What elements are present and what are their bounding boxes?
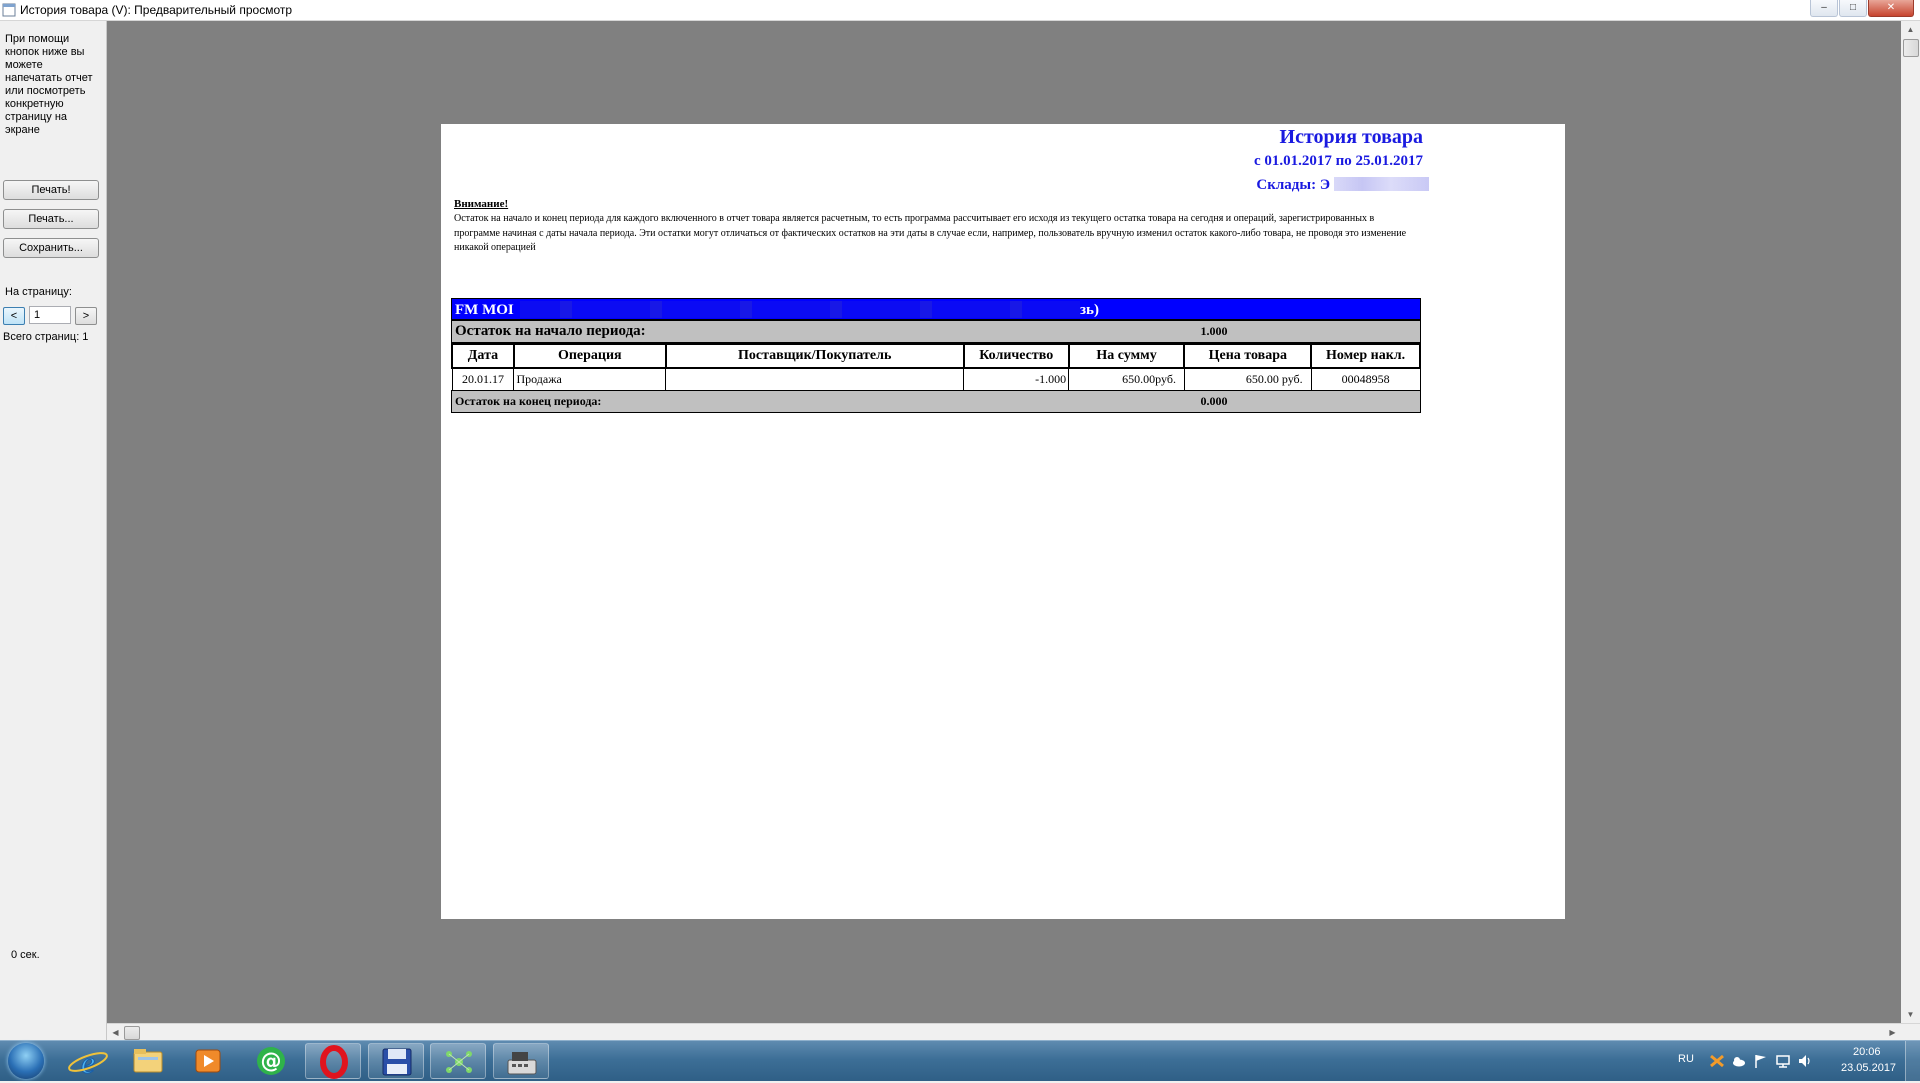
stores-value: Э <box>1319 177 1330 193</box>
media-player-icon[interactable] <box>180 1043 236 1079</box>
maximize-button[interactable]: □ <box>1839 0 1867 17</box>
cell-party <box>665 367 965 391</box>
clock-time[interactable]: 20:06 <box>1853 1046 1881 1058</box>
help-text: При помощи кнопок ниже вы можете напечат… <box>5 33 93 136</box>
window-titlebar[interactable]: История товара (V): Предварительный прос… <box>0 0 1920 21</box>
warning-title: Внимание! <box>454 198 509 210</box>
column-header-party: Поставщик/Покупатель <box>664 343 965 369</box>
warning-text: Остаток на начало и конец периода для ка… <box>454 213 1407 253</box>
scroll-up-icon[interactable]: ▲ <box>1901 21 1920 38</box>
action-center-flag-icon[interactable] <box>1753 1053 1769 1069</box>
closing-balance-value: 0.000 <box>1200 394 1228 408</box>
scroll-left-icon[interactable]: ◀ <box>107 1024 124 1041</box>
table-header-row: Дата Операция Поставщик/Покупатель Колич… <box>451 343 1421 369</box>
opera-icon[interactable] <box>305 1043 361 1079</box>
show-desktop-button[interactable] <box>1905 1041 1920 1081</box>
elapsed-time-label: 0 сек. <box>11 949 40 961</box>
network-icon[interactable] <box>1775 1053 1791 1069</box>
scroll-right-icon[interactable]: ▶ <box>1884 1024 1901 1041</box>
product-header: FM MOI зь) <box>451 298 1421 320</box>
cell-invoice: 00048958 <box>1310 367 1421 391</box>
minimize-button[interactable]: – <box>1810 0 1838 17</box>
cell-date: 20.01.17 <box>451 367 515 391</box>
opening-balance-value: 1.000 <box>1200 324 1228 338</box>
to-page-label: На страницу: <box>5 286 72 298</box>
scroll-down-icon[interactable]: ▼ <box>1901 1006 1920 1023</box>
column-header-sum: На сумму <box>1067 343 1186 369</box>
column-header-price: Цена товара <box>1183 343 1313 369</box>
volume-icon[interactable] <box>1797 1053 1813 1069</box>
language-indicator[interactable]: RU <box>1678 1053 1694 1065</box>
stores-label: Склады: <box>1256 177 1317 193</box>
prev-page-button[interactable]: < <box>3 307 25 325</box>
windows-taskbar: e @ RU 20:06 23.05.2017 <box>0 1040 1920 1081</box>
clock-date[interactable]: 23.05.2017 <box>1841 1062 1896 1074</box>
preview-canvas[interactable]: История товара с 01.01.2017 по 25.01.201… <box>107 21 1901 1023</box>
svg-text:e: e <box>81 1044 95 1079</box>
redacted-block <box>1334 177 1429 191</box>
horizontal-scrollbar[interactable]: ◀ ▶ <box>107 1023 1920 1041</box>
internet-explorer-icon[interactable]: e <box>60 1043 116 1081</box>
cell-price: 650.00 руб. <box>1183 367 1312 391</box>
windows-logo-icon <box>8 1043 44 1079</box>
page-number-input[interactable]: 1 <box>29 306 71 324</box>
cell-sum: 650.00руб. <box>1068 367 1185 391</box>
tray-app-icon[interactable] <box>1709 1053 1725 1069</box>
redacted-block <box>520 301 1080 318</box>
left-control-panel: При помощи кнопок ниже вы можете напечат… <box>0 21 107 1040</box>
file-explorer-icon[interactable] <box>120 1043 176 1079</box>
horizontal-scroll-thumb[interactable] <box>124 1026 140 1040</box>
print-now-button[interactable]: Печать! <box>3 180 99 200</box>
network-app-icon[interactable] <box>430 1043 486 1079</box>
cloud-icon[interactable] <box>1731 1053 1747 1069</box>
mail-agent-icon[interactable]: @ <box>243 1043 299 1079</box>
opening-balance-row: Остаток на начало периода: 1.000 <box>451 320 1421 343</box>
column-header-operation: Операция <box>512 343 667 369</box>
column-header-date: Дата <box>451 343 515 369</box>
cell-operation: Продажа <box>513 367 667 391</box>
print-dialog-button[interactable]: Печать... <box>3 209 99 229</box>
product-name-suffix: зь) <box>1080 302 1099 318</box>
operations-table: Дата Операция Поставщик/Покупатель Колич… <box>451 343 1421 391</box>
cash-register-icon[interactable] <box>493 1043 549 1079</box>
vertical-scroll-thumb[interactable] <box>1903 39 1919 57</box>
window-controls: – □ ✕ <box>1809 0 1914 20</box>
window-title: История товара (V): Предварительный прос… <box>20 3 293 17</box>
report-title: История товара <box>1279 126 1423 148</box>
closing-balance-row: Остаток на конец периода: 0.000 <box>451 390 1421 413</box>
app-window-icon <box>2 3 16 17</box>
report-stores: Склады: Э <box>1256 177 1429 194</box>
column-header-invoice: Номер накл. <box>1310 343 1421 369</box>
start-button[interactable] <box>4 1042 50 1080</box>
close-button[interactable]: ✕ <box>1868 0 1914 17</box>
column-header-quantity: Количество <box>962 343 1070 369</box>
vertical-scrollbar[interactable]: ▲ ▼ <box>1901 21 1920 1023</box>
product-name-prefix: FM MOI <box>455 302 514 318</box>
closing-balance-label: Остаток на конец периода: <box>455 394 602 408</box>
report-period: с 01.01.2017 по 25.01.2017 <box>1253 153 1423 169</box>
opening-balance-label: Остаток на начало периода: <box>455 323 646 339</box>
total-pages-label: Всего страниц: 1 <box>3 331 89 343</box>
cell-quantity: -1.000 <box>963 367 1070 391</box>
table-row: 20.01.17 Продажа -1.000 650.00руб. 650.0… <box>451 367 1421 391</box>
save-button[interactable]: Сохранить... <box>3 238 99 258</box>
save-disk-icon[interactable] <box>368 1043 424 1079</box>
report-page: История товара с 01.01.2017 по 25.01.201… <box>441 124 1565 919</box>
svg-text:@: @ <box>261 1049 282 1073</box>
next-page-button[interactable]: > <box>75 307 97 325</box>
